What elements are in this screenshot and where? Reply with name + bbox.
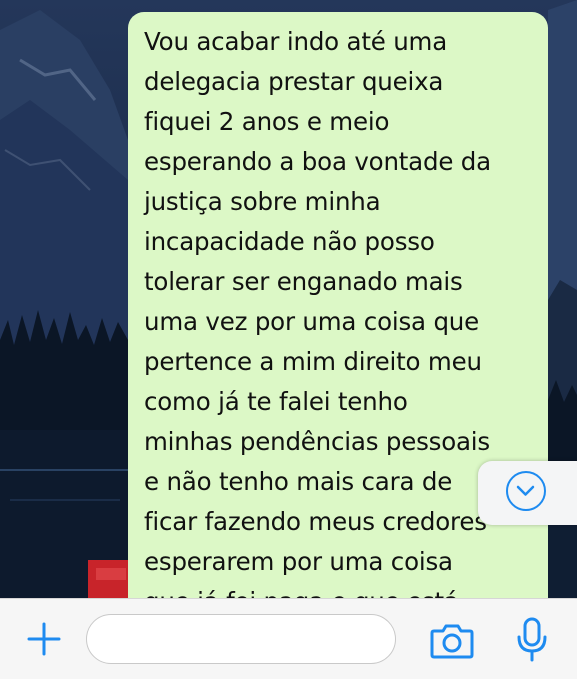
camera-icon[interactable] xyxy=(430,621,474,659)
plus-icon[interactable] xyxy=(26,621,62,657)
chevron-down-icon xyxy=(506,471,546,511)
microphone-icon[interactable] xyxy=(514,617,550,663)
message-text: Vou acabar indo até uma delegacia presta… xyxy=(144,27,491,616)
message-composer xyxy=(0,598,577,679)
message-bubble[interactable]: Vou acabar indo até uma delegacia presta… xyxy=(128,12,548,632)
message-input[interactable] xyxy=(86,614,396,664)
scroll-to-bottom-button[interactable] xyxy=(478,461,577,525)
